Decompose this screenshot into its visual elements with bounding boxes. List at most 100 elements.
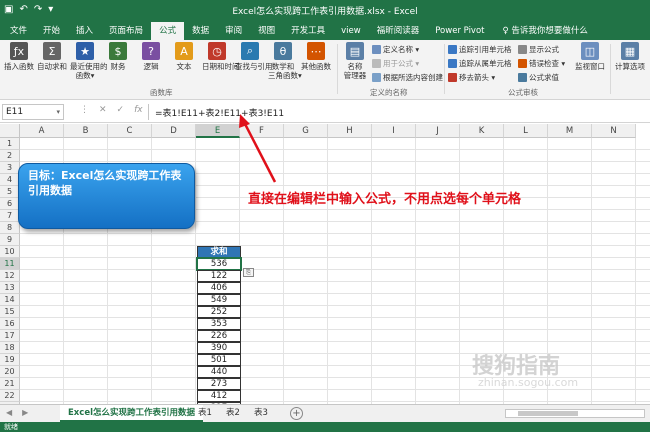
row-header[interactable]: 21 [0,378,20,390]
sum-value-cell[interactable]: 390 [197,342,241,354]
formula-input[interactable]: =表1!E11+表2!E11+表3!E11 [155,106,284,119]
row-header[interactable]: 17 [0,330,20,342]
ribbon-button-6[interactable]: ◷ 日期和时间 [202,42,240,71]
sum-value-cell[interactable]: 122 [197,270,241,282]
ribbon-button-5[interactable]: A 文本 [169,42,199,71]
row-header[interactable]: 6 [0,198,20,210]
row-header[interactable]: 20 [0,366,20,378]
sum-header-cell[interactable]: 求和 [197,246,241,258]
tab-2[interactable]: 插入 [68,22,101,40]
create-from-selection-button[interactable]: 根据所选内容创建 [372,72,443,83]
ribbon-button-8[interactable]: θ 数学和 三角函数▾ [268,42,302,80]
tab-8[interactable]: 开发工具 [283,22,333,40]
trace-precedents-button[interactable]: 追踪引用单元格 [448,44,512,55]
column-header[interactable]: B [64,124,108,138]
column-header[interactable]: C [108,124,152,138]
watch-window-button[interactable]: ◫ 监视窗口 [572,42,608,71]
column-header[interactable]: D [152,124,196,138]
column-header[interactable]: H [328,124,372,138]
tab-4[interactable]: 公式 [151,22,185,40]
ribbon-button-0[interactable]: ƒx 插入函数 [4,42,34,71]
ribbon-button-2[interactable]: ★ 最近使用的 函数▾ [70,42,108,80]
row-header[interactable]: 16 [0,318,20,330]
row-header[interactable]: 2 [0,150,20,162]
row-header[interactable]: 10 [0,246,20,258]
sheet-tab-0[interactable]: Excel怎么实现跨工作表引用数据 [60,405,204,422]
tab-1[interactable]: 开始 [35,22,68,40]
ribbon-button-4[interactable]: ? 逻辑 [136,42,166,71]
sum-value-cell[interactable]: 252 [197,306,241,318]
define-name-button[interactable]: 定义名称 ▾ [372,44,419,55]
sum-value-cell[interactable]: 412 [197,390,241,402]
sum-value-cell[interactable]: 353 [197,318,241,330]
row-header[interactable]: 11 [0,258,20,270]
show-formulas-button[interactable]: 显示公式 [518,44,559,55]
row-header[interactable]: 4 [0,174,20,186]
sheet-tab-3[interactable]: 表3 [246,405,276,422]
column-header[interactable]: M [548,124,592,138]
calculation-options-button[interactable]: ▦ 计算选项 [612,42,648,71]
chevron-down-icon[interactable]: ▾ [56,105,60,119]
evaluate-formula-button[interactable]: 公式求值 [518,72,559,83]
row-header[interactable]: 14 [0,294,20,306]
sum-value-cell[interactable]: 501 [197,354,241,366]
ribbon-button-7[interactable]: ⌕ 查找与引用 [235,42,273,71]
horizontal-scrollbar[interactable] [505,409,645,418]
sum-value-cell[interactable]: 226 [197,330,241,342]
tab-0[interactable]: 文件 [2,22,35,40]
column-header[interactable]: A [20,124,64,138]
use-in-formula-button[interactable]: 用于公式 ▾ [372,58,419,69]
tab-11[interactable]: Power Pivot [427,22,492,40]
next-sheet-icon[interactable]: ▶ [22,408,28,417]
cancel-icon[interactable]: ✕ [99,105,107,115]
tab-6[interactable]: 审阅 [217,22,250,40]
row-header[interactable]: 13 [0,282,20,294]
remove-arrows-button[interactable]: 移去箭头 ▾ [448,72,495,83]
tab-3[interactable]: 页面布局 [101,22,151,40]
fx-icon[interactable]: fx [134,105,143,115]
row-header[interactable]: 22 [0,390,20,402]
error-checking-button[interactable]: 错误检查 ▾ [518,58,565,69]
tell-me-search[interactable]: ♀ 告诉我你想要做什么 [503,22,588,40]
tab-7[interactable]: 视图 [250,22,283,40]
tab-10[interactable]: 福昕阅读器 [369,22,428,40]
row-header[interactable]: 15 [0,306,20,318]
row-header[interactable]: 1 [0,138,20,150]
row-header[interactable]: 7 [0,210,20,222]
row-header[interactable]: 19 [0,354,20,366]
sum-value-cell[interactable]: 536 [196,257,242,271]
select-all-corner[interactable] [0,124,20,138]
row-header[interactable]: 8 [0,222,20,234]
row-header[interactable]: 12 [0,270,20,282]
tab-5[interactable]: 数据 [184,22,217,40]
sum-value-cell[interactable]: 549 [197,294,241,306]
add-sheet-icon[interactable]: + [290,407,303,420]
confirm-icon[interactable]: ✓ [117,105,125,115]
column-header[interactable]: L [504,124,548,138]
scrollbar-thumb[interactable] [518,411,578,416]
column-header[interactable]: E [196,124,240,138]
row-header[interactable]: 5 [0,186,20,198]
ribbon-button-1[interactable]: Σ 自动求和 [37,42,67,71]
sum-value-cell[interactable]: 440 [197,366,241,378]
column-header[interactable]: K [460,124,504,138]
ribbon-button-3[interactable]: $ 财务 [103,42,133,71]
ribbon-button-9[interactable]: ⋯ 其他函数 [301,42,331,71]
previous-sheet-icon[interactable]: ◀ [6,408,12,417]
sum-value-cell[interactable]: 273 [197,378,241,390]
row-header[interactable]: 3 [0,162,20,174]
trace-dependents-button[interactable]: 追踪从属单元格 [448,58,512,69]
row-header[interactable]: 18 [0,342,20,354]
column-header[interactable]: F [240,124,284,138]
tab-9[interactable]: view [333,22,369,40]
name-manager-button[interactable]: ▤ 名称 管理器 [340,42,370,80]
sum-value-cell[interactable]: 406 [197,282,241,294]
column-header[interactable]: N [592,124,636,138]
column-header[interactable]: G [284,124,328,138]
column-header[interactable]: J [416,124,460,138]
sheet-tab-2[interactable]: 表2 [218,405,248,422]
row-header[interactable]: 9 [0,234,20,246]
paste-options-icon[interactable]: ⎘ [243,268,254,277]
name-box[interactable]: E11 ▾ [2,104,64,120]
column-header[interactable]: I [372,124,416,138]
